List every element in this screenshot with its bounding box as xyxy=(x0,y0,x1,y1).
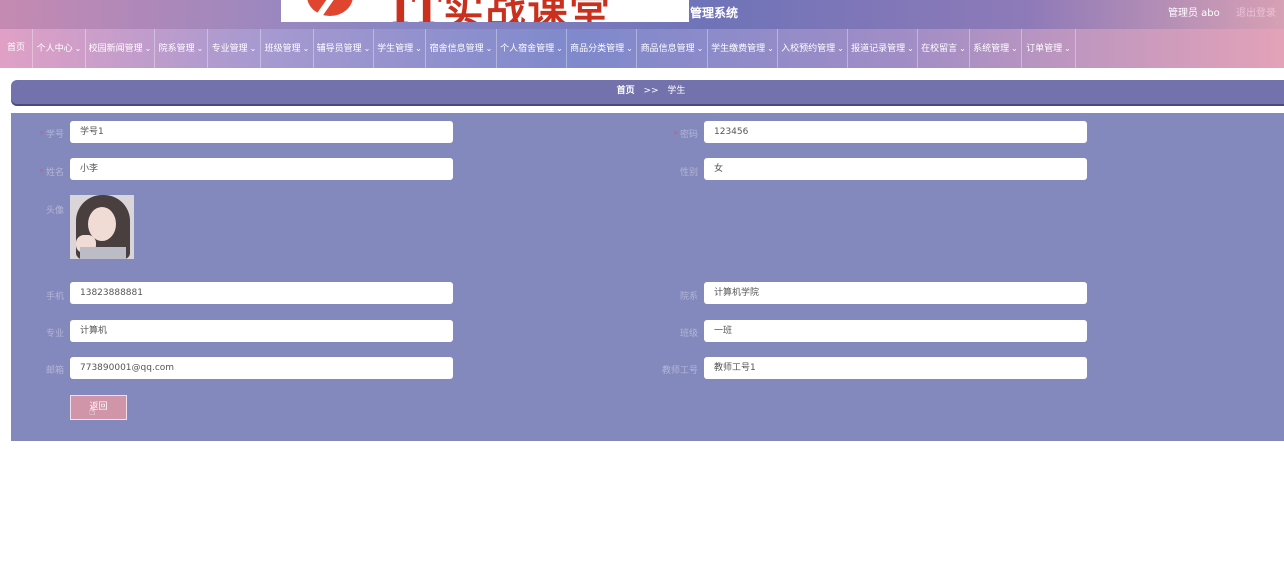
nav-item-label: 辅导员管理 xyxy=(316,44,362,54)
chevron-down-icon: ⌄ xyxy=(767,44,774,53)
major-label: 专业 xyxy=(45,329,64,339)
class-field[interactable]: 一班 xyxy=(704,320,1087,342)
nav-item-label: 报道记录管理 xyxy=(851,44,906,54)
department-label: 院系 xyxy=(679,292,698,302)
nav-item-label: 系统管理 xyxy=(973,44,1010,54)
nav-item-label: 在校留言 xyxy=(921,44,958,54)
breadcrumb: 首页 >> 学生 xyxy=(11,80,1284,104)
chevron-down-icon: ⌄ xyxy=(959,44,966,53)
nav-item-personal-center[interactable]: 个人中心 ⌄ xyxy=(33,29,86,68)
avatar-label: 头像 xyxy=(45,206,64,216)
student-id-field[interactable]: 学号1 xyxy=(70,121,453,143)
nav-item-system[interactable]: 系统管理 ⌄ xyxy=(970,29,1022,68)
gender-field[interactable]: 女 xyxy=(704,158,1087,180)
watermark-banner: IT实战课堂 xyxy=(281,0,689,22)
nav-item-campus-news[interactable]: 校园新闻管理 ⌄ xyxy=(86,29,155,68)
chevron-down-icon: ⌄ xyxy=(196,44,204,53)
nav-item-product-category[interactable]: 商品分类管理 ⌄ xyxy=(567,29,637,68)
breadcrumb-separator: >> xyxy=(643,86,659,96)
watermark-text: IT实战课堂 xyxy=(391,0,611,22)
chevron-down-icon: ⌄ xyxy=(249,44,257,53)
watermark-logo-icon xyxy=(307,0,353,16)
chevron-down-icon: ⌄ xyxy=(837,44,844,53)
nav-item-home[interactable]: 首页 xyxy=(0,29,33,68)
chevron-down-icon: ⌄ xyxy=(363,44,371,53)
nav-item-enrollment-appointment[interactable]: 入校预约管理 ⌄ xyxy=(778,29,848,68)
nav-item-campus-messages[interactable]: 在校留言 ⌄ xyxy=(918,29,970,68)
nav-item-counselor[interactable]: 辅导员管理 ⌄ xyxy=(314,29,374,68)
nav-item-student-payment[interactable]: 学生缴费管理 ⌄ xyxy=(708,29,778,68)
phone-field[interactable]: 13823888881 xyxy=(70,282,453,304)
nav-item-major[interactable]: 专业管理 ⌄ xyxy=(208,29,261,68)
password-label: * 密码 xyxy=(673,130,698,140)
nav-item-label: 宿舍信息管理 xyxy=(429,44,484,54)
class-label: 班级 xyxy=(679,329,698,339)
chevron-down-icon: ⌄ xyxy=(1011,44,1018,53)
nav-item-label: 学生管理 xyxy=(377,44,414,54)
chevron-down-icon: ⌄ xyxy=(144,44,152,53)
department-field[interactable]: 计算机学院 xyxy=(704,282,1087,304)
nav-item-label: 班级管理 xyxy=(264,44,301,54)
avatar-image xyxy=(70,195,134,259)
nav-item-product-info[interactable]: 商品信息管理 ⌄ xyxy=(637,29,708,68)
nav-item-personal-dorm[interactable]: 个人宿舍管理 ⌄ xyxy=(497,29,567,68)
nav-item-orders[interactable]: 订单管理 ⌄ xyxy=(1022,29,1076,68)
chevron-down-icon: ⌄ xyxy=(1064,44,1071,53)
system-title: 管理系统 xyxy=(690,6,739,20)
phone-label: 手机 xyxy=(45,292,64,302)
chevron-down-icon: ⌄ xyxy=(302,44,310,53)
nav-item-student[interactable]: 学生管理 ⌄ xyxy=(374,29,426,68)
breadcrumb-home[interactable]: 首页 xyxy=(617,86,635,96)
main-nav: 首页 个人中心 ⌄ 校园新闻管理 ⌄ 院系管理 ⌄ 专业管理 ⌄ 班级管理 ⌄ 辅导员管理… xyxy=(0,29,1284,68)
nav-item-label: 个人中心 xyxy=(36,44,73,54)
chevron-down-icon: ⌄ xyxy=(626,44,633,53)
name-label: * 姓名 xyxy=(39,168,64,178)
nav-item-department[interactable]: 院系管理 ⌄ xyxy=(155,29,208,68)
password-field[interactable]: 123456 xyxy=(704,121,1087,143)
chevron-down-icon: ⌄ xyxy=(415,44,422,53)
breadcrumb-current: 学生 xyxy=(667,86,686,96)
teacher-id-label: 教师工号 xyxy=(661,366,698,376)
nav-item-dorm-info[interactable]: 宿舍信息管理 ⌄ xyxy=(426,29,497,68)
nav-item-label: 首页 xyxy=(6,43,25,53)
nav-item-report-records[interactable]: 报道记录管理 ⌄ xyxy=(848,29,918,68)
hand-cursor-icon: ☝ xyxy=(89,405,96,418)
teacher-id-field[interactable]: 教师工号1 xyxy=(704,357,1087,379)
top-header: IT实战课堂 管理系统 管理员 abo 退出登录 xyxy=(0,0,1284,29)
chevron-down-icon: ⌄ xyxy=(485,44,493,53)
nav-item-label: 入校预约管理 xyxy=(781,44,836,54)
nav-item-label: 商品信息管理 xyxy=(640,44,695,54)
chevron-down-icon: ⌄ xyxy=(696,44,704,53)
nav-item-label: 个人宿舍管理 xyxy=(500,44,555,54)
email-field[interactable]: 773890001@qq.com xyxy=(70,357,453,379)
gender-label: 性别 xyxy=(679,168,698,178)
email-label: 邮箱 xyxy=(45,366,64,376)
return-button[interactable]: 返回 xyxy=(70,395,127,420)
student-id-label: * 学号 xyxy=(39,130,64,140)
nav-item-label: 专业管理 xyxy=(211,44,248,54)
nav-item-label: 商品分类管理 xyxy=(570,44,625,54)
chevron-down-icon: ⌄ xyxy=(907,44,914,53)
user-info: 管理员 abo xyxy=(1168,8,1220,19)
chevron-down-icon: ⌄ xyxy=(556,44,563,53)
logout-link[interactable]: 退出登录 xyxy=(1236,4,1276,19)
nav-item-label: 校园新闻管理 xyxy=(88,44,143,54)
nav-item-label: 学生缴费管理 xyxy=(711,44,766,54)
nav-item-label: 院系管理 xyxy=(158,44,195,54)
nav-item-label: 订单管理 xyxy=(1026,44,1063,54)
nav-item-class[interactable]: 班级管理 ⌄ xyxy=(261,29,314,68)
major-field[interactable]: 计算机 xyxy=(70,320,453,342)
chevron-down-icon: ⌄ xyxy=(74,44,82,53)
name-field[interactable]: 小李 xyxy=(70,158,453,180)
